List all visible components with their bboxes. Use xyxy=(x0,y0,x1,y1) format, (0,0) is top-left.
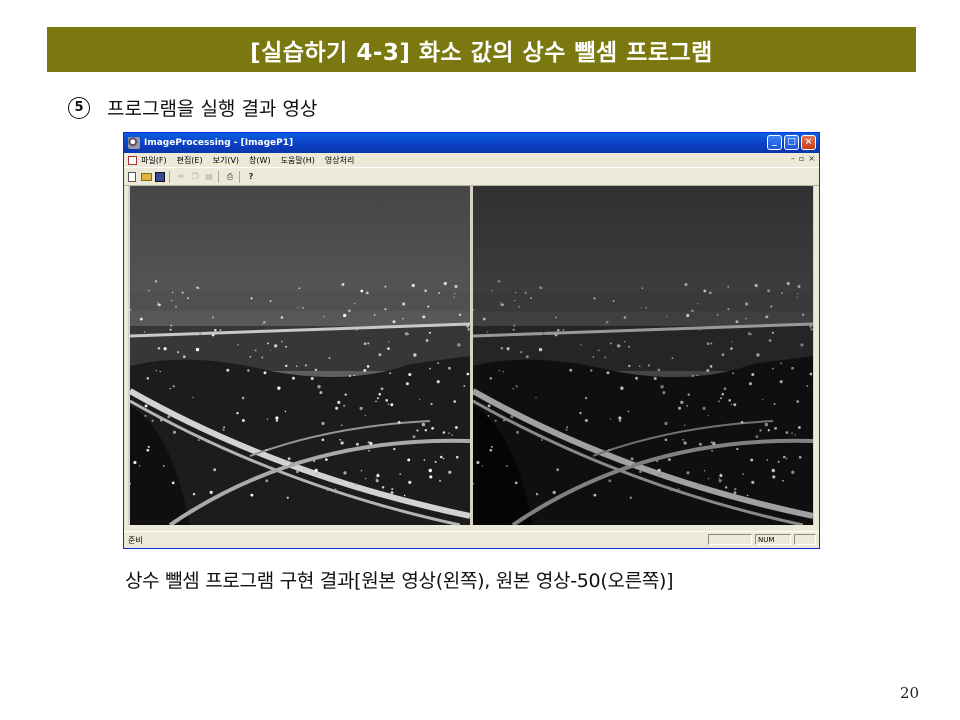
mdi-client-area xyxy=(128,186,814,525)
open-icon[interactable] xyxy=(140,171,152,183)
menu-view[interactable]: 보기(V) xyxy=(213,155,239,166)
copy-icon[interactable]: ❐ xyxy=(189,171,201,183)
status-pane xyxy=(708,534,752,545)
toolbar-separator xyxy=(239,170,240,183)
print-icon[interactable]: ⎙ xyxy=(224,171,236,183)
app-window: ImageProcessing - [ImageP1] _ □ × 파일(F) … xyxy=(123,132,820,549)
mdi-restore-button[interactable]: ▫ xyxy=(799,154,804,163)
menu-edit[interactable]: 편집(E) xyxy=(177,155,203,166)
step-text: 프로그램을 실행 결과 영상 xyxy=(107,98,318,120)
slide-title: [실습하기 4-3] 화소 값의 상수 뺄셈 프로그램 xyxy=(250,39,713,66)
mdi-close-button[interactable]: × xyxy=(808,154,815,163)
original-image xyxy=(130,186,470,525)
window-title: ImageProcessing - [ImageP1] xyxy=(144,138,294,148)
minimize-button[interactable]: _ xyxy=(767,135,782,150)
toolbar-separator xyxy=(218,170,219,183)
status-num: NUM xyxy=(755,534,791,545)
paste-icon[interactable]: ▤ xyxy=(203,171,215,183)
app-icon[interactable] xyxy=(128,137,140,149)
cut-icon[interactable]: ✂ xyxy=(175,171,187,183)
status-bar: 준비 NUM xyxy=(124,531,819,549)
page-number: 20 xyxy=(900,684,920,702)
maximize-button[interactable]: □ xyxy=(784,135,799,150)
menu-bar: 파일(F) 편집(E) 보기(V) 창(W) 도움말(H) 영상처리 – ▫ × xyxy=(124,153,819,167)
close-button[interactable]: × xyxy=(801,135,816,150)
slide-title-bar: [실습하기 4-3] 화소 값의 상수 뺄셈 프로그램 xyxy=(47,27,916,72)
toolbar-separator xyxy=(169,170,170,183)
document-icon[interactable] xyxy=(128,155,137,165)
save-icon[interactable] xyxy=(154,171,166,183)
toolbar: ✂ ❐ ▤ ⎙ ? xyxy=(124,167,819,186)
step-heading: 5 프로그램을 실행 결과 영상 xyxy=(68,94,317,121)
status-pane xyxy=(794,534,816,545)
window-title-bar[interactable]: ImageProcessing - [ImageP1] _ □ × xyxy=(124,133,819,153)
new-icon[interactable] xyxy=(126,171,138,183)
menu-help[interactable]: 도움말(H) xyxy=(281,155,315,166)
menu-file[interactable]: 파일(F) xyxy=(141,155,167,166)
menu-image-processing[interactable]: 영상처리 xyxy=(325,155,354,166)
subtracted-image xyxy=(473,186,813,525)
status-text: 준비 xyxy=(128,536,143,545)
menu-window[interactable]: 창(W) xyxy=(249,155,271,166)
step-number-circle: 5 xyxy=(68,96,90,119)
help-icon[interactable]: ? xyxy=(245,171,257,183)
figure-caption: 상수 뺄셈 프로그램 구현 결과[원본 영상(왼쪽), 원본 영상-50(오른쪽… xyxy=(125,570,674,592)
mdi-minimize-button[interactable]: – xyxy=(791,154,795,163)
